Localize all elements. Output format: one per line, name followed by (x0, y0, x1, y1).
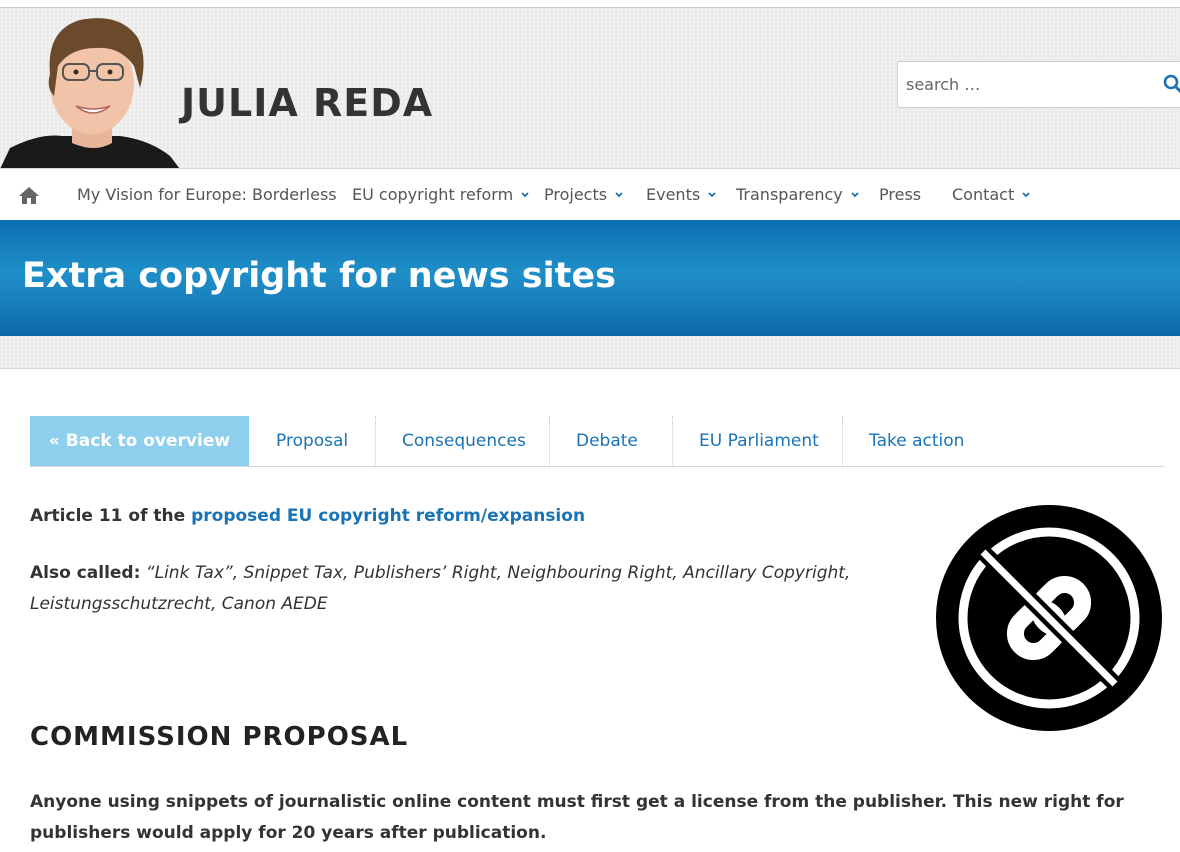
no-link-icon (935, 504, 1163, 732)
tab-divider (375, 416, 376, 466)
tab-debate[interactable]: Debate (576, 416, 638, 466)
tab-divider (842, 416, 843, 466)
search-icon[interactable] (1163, 74, 1180, 94)
nav-item-label: Press (879, 185, 922, 204)
also-called-names: “Link Tax”, Snippet Tax, Publishers’ Rig… (140, 563, 851, 583)
chevron-down-icon (708, 191, 716, 197)
nav-item-transparency[interactable]: Transparency (736, 185, 859, 204)
nav-item-label: Transparency (736, 185, 843, 204)
tab-divider (672, 416, 673, 466)
nav-item-label: My Vision for Europe: Borderless (77, 185, 337, 204)
chevron-down-icon (615, 191, 623, 197)
tab-take-action[interactable]: Take action (869, 416, 964, 466)
section-heading: COMMISSION PROPOSAL (30, 722, 409, 752)
nav-item-label: Events (646, 185, 701, 204)
proposal-paragraph: Anyone using snippets of journalistic on… (30, 792, 1124, 843)
nav-item-contact[interactable]: Contact (952, 185, 1030, 204)
copyright-reform-link[interactable]: proposed EU copyright reform/expansion (191, 506, 585, 526)
search-input[interactable] (898, 64, 1148, 105)
section-tabs: « Back to overview Proposal Consequences… (30, 416, 1164, 467)
nav-item-press[interactable]: Press (879, 185, 921, 204)
portrait-photo[interactable] (0, 8, 180, 169)
chevron-down-icon (851, 191, 859, 197)
article-line: Article 11 of the proposed EU copyright … (30, 506, 585, 526)
top-strip (0, 0, 1180, 7)
article-prefix: Article 11 of the (30, 506, 192, 526)
nav-item-label: EU copyright reform (352, 185, 514, 204)
chevron-down-icon (1022, 191, 1030, 197)
tab-divider (549, 416, 550, 466)
tab-eu-parliament[interactable]: EU Parliament (699, 416, 819, 466)
tab-proposal[interactable]: Proposal (276, 416, 348, 466)
nav-item-events[interactable]: Events (646, 185, 716, 204)
also-called-line: Also called: “Link Tax”, Snippet Tax, Pu… (30, 563, 850, 583)
site-title[interactable]: JULIA REDA (181, 78, 433, 128)
also-called-names-cont: Leistungsschutzrecht, Canon AEDE (30, 594, 328, 614)
back-to-overview-tab[interactable]: « Back to overview (30, 416, 249, 466)
also-called-label: Also called: (30, 563, 141, 583)
nav-item-label: Contact (952, 185, 1015, 204)
nav-item-copyright-reform[interactable]: EU copyright reform (352, 185, 529, 204)
nav-item-vision[interactable]: My Vision for Europe: Borderless (77, 185, 337, 204)
chevron-down-icon (521, 191, 529, 197)
page-title: Extra copyright for news sites (22, 256, 616, 296)
banner-footer-strip (0, 336, 1180, 369)
home-icon[interactable] (18, 185, 40, 205)
search-box (897, 61, 1180, 108)
tab-consequences[interactable]: Consequences (402, 416, 526, 466)
site-header: JULIA REDA (0, 7, 1180, 175)
nav-item-projects[interactable]: Projects (544, 185, 623, 204)
nav-item-label: Projects (544, 185, 608, 204)
main-nav: My Vision for Europe: Borderless EU copy… (0, 168, 1180, 220)
page-banner: Extra copyright for news sites (0, 220, 1180, 336)
